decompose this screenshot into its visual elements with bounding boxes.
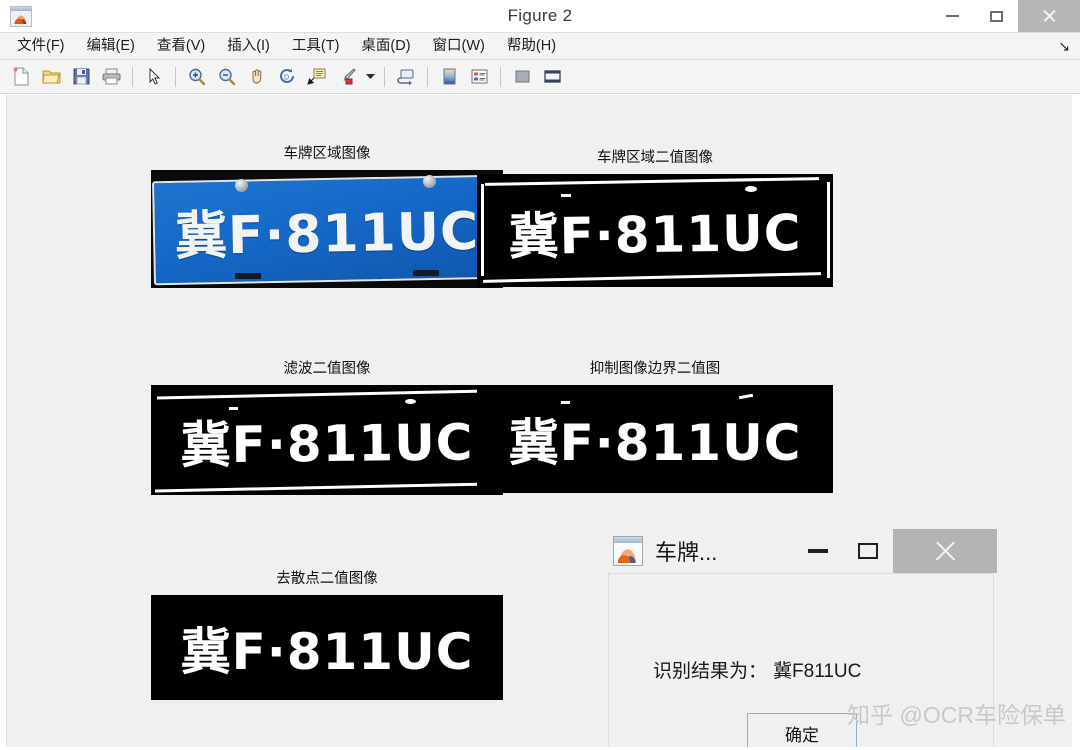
matlab-membrane-icon: [613, 536, 643, 566]
minimize-button[interactable]: [930, 0, 974, 32]
plate-province-char: 冀: [508, 414, 560, 472]
plate-province-char: 冀: [180, 416, 232, 475]
dialog-maximize-button[interactable]: [843, 529, 893, 573]
plate-serial: F·811UC: [231, 413, 474, 474]
ok-button[interactable]: 确定: [747, 713, 857, 747]
maximize-icon: [989, 10, 1003, 22]
plate-image-binary: 冀F·811UC: [151, 595, 503, 700]
maximize-icon: [858, 543, 878, 559]
figure-canvas: 车牌区域图像 冀F·811UC 车牌区域二值图像 冀F·811UC 滤波二值图像…: [6, 95, 1072, 747]
brush-dropdown-icon[interactable]: [364, 64, 376, 90]
open-file-icon[interactable]: [38, 64, 64, 90]
pan-hand-icon[interactable]: [244, 64, 270, 90]
dialog-message: 识别结果为： 冀F811UC: [653, 656, 861, 683]
dialog-title: 车牌...: [655, 540, 718, 565]
menu-file[interactable]: 文件(F): [6, 33, 76, 59]
plate-serial: F·811UC: [559, 414, 802, 472]
subplot-title: 滤波二值图像: [283, 361, 371, 377]
result-dialog: 车牌... 识别结果为： 冀F811UC 确定: [605, 529, 997, 747]
maximize-button[interactable]: [974, 0, 1018, 32]
insert-legend-icon[interactable]: [466, 64, 492, 90]
plate-text: 冀F·811UC: [151, 402, 503, 478]
matlab-membrane-icon: [10, 6, 32, 27]
insert-colorbar-icon[interactable]: [436, 64, 462, 90]
minimize-icon: [945, 15, 959, 17]
plate-text: 冀F·811UC: [477, 192, 833, 269]
window-controls: [930, 0, 1080, 32]
menubar: 文件(F) 编辑(E) 查看(V) 插入(I) 工具(T) 桌面(D) 窗口(W…: [0, 32, 1080, 60]
close-icon: [1042, 9, 1056, 23]
plate-text: 冀F·811UC: [151, 612, 503, 684]
plate-province-char: 冀: [508, 206, 561, 266]
toolbar-separator: [384, 66, 385, 87]
menu-edit[interactable]: 编辑(E): [76, 33, 146, 59]
dialog-message-label: 识别结果为：: [653, 661, 768, 682]
svg-text:D: D: [284, 75, 289, 82]
plate-serial: F·811UC: [227, 201, 480, 267]
subplot-title: 去散点二值图像: [276, 571, 378, 587]
print-figure-icon[interactable]: [98, 64, 124, 90]
toolbar-separator: [132, 66, 133, 87]
menu-desktop[interactable]: 桌面(D): [350, 33, 421, 59]
plate-text: 冀F·811UC: [151, 188, 503, 269]
menu-window[interactable]: 窗口(W): [422, 33, 496, 59]
subplot-title: 抑制图像边界二值图: [589, 361, 721, 377]
figure-window: Figure 2 文件(F) 编辑(E) 查看(V) 插入(I) 工具(T) 桌…: [0, 0, 1080, 750]
plate-image-color: 冀F·811UC: [151, 170, 503, 288]
link-data-icon[interactable]: [393, 64, 419, 90]
plate-serial: F·811UC: [231, 622, 474, 681]
show-plot-tools-icon[interactable]: [539, 64, 565, 90]
dialog-titlebar: 车牌...: [605, 529, 997, 573]
close-icon: [933, 539, 957, 563]
menu-insert[interactable]: 插入(I): [216, 33, 281, 59]
plate-image-binary: 冀F·811UC: [477, 385, 833, 493]
toolbar-separator: [500, 66, 501, 87]
dialog-message-value: 冀F811UC: [773, 661, 862, 682]
toolbar-separator: [175, 66, 176, 87]
pointer-icon[interactable]: [141, 64, 167, 90]
plate-province-char: 冀: [180, 622, 232, 681]
data-cursor-icon[interactable]: [304, 64, 330, 90]
hide-plot-tools-icon[interactable]: [509, 64, 535, 90]
dialog-minimize-button[interactable]: [793, 529, 843, 573]
dialog-close-button[interactable]: [893, 529, 997, 573]
plate-province-char: 冀: [174, 206, 229, 268]
plate-image-binary: 冀F·811UC: [477, 174, 833, 287]
subplot-title: 车牌区域二值图像: [597, 150, 713, 166]
rotate-3d-icon[interactable]: D: [274, 64, 300, 90]
subplot-suppressed-border-binary: 抑制图像边界二值图 冀F·811UC: [477, 357, 833, 493]
zoom-out-icon[interactable]: [214, 64, 240, 90]
subplot-plate-region: 车牌区域图像 冀F·811UC: [151, 142, 503, 288]
subplot-filtered-binary: 滤波二值图像 冀F·811UC: [151, 357, 503, 495]
toolbar: D: [0, 60, 1080, 94]
plate-text: 冀F·811UC: [477, 403, 833, 475]
subplot-plate-binary: 车牌区域二值图像 冀F·811UC: [477, 146, 833, 287]
new-figure-icon[interactable]: [8, 64, 34, 90]
toolbar-separator: [427, 66, 428, 87]
window-title: Figure 2: [507, 6, 573, 25]
subplot-title: 车牌区域图像: [283, 146, 371, 162]
dialog-window-controls: [793, 529, 997, 573]
save-figure-icon[interactable]: [68, 64, 94, 90]
brush-icon[interactable]: [334, 64, 360, 90]
menu-view[interactable]: 查看(V): [146, 33, 216, 59]
menu-help[interactable]: 帮助(H): [496, 33, 567, 59]
menu-tools[interactable]: 工具(T): [281, 33, 351, 59]
close-button[interactable]: [1018, 0, 1080, 32]
subplot-despeckled-binary: 去散点二值图像 冀F·811UC: [151, 567, 503, 700]
plate-image-binary: 冀F·811UC: [151, 385, 503, 495]
menu-overflow-icon[interactable]: ↘: [1058, 39, 1070, 53]
minimize-icon: [808, 549, 828, 553]
zoom-in-icon[interactable]: [184, 64, 210, 90]
dialog-body: 识别结果为： 冀F811UC 确定: [608, 573, 994, 747]
window-titlebar: Figure 2: [0, 0, 1080, 32]
plate-serial: F·811UC: [559, 203, 802, 265]
